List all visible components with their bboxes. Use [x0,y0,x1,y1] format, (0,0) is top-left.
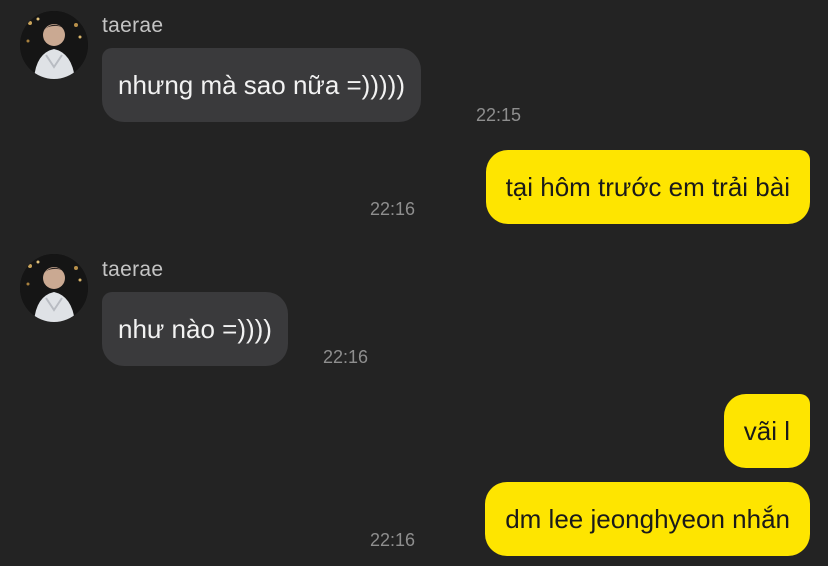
avatar-photo [20,11,88,79]
avatar-photo [20,254,88,322]
message-timestamp: 22:16 [323,347,369,367]
outgoing-message-bubble[interactable]: vãi l [723,394,810,468]
sender-name: taerae [102,258,164,281]
sender-avatar[interactable] [20,254,88,322]
outgoing-message-bubble[interactable]: tại hôm trước em trải bài [485,150,810,224]
outgoing-message-bubble[interactable]: dm lee jeonghyeon nhắn [485,482,810,556]
sender-name: taerae [102,14,164,37]
message-timestamp: 22:15 [476,105,522,125]
sender-avatar[interactable] [20,11,88,79]
incoming-message-bubble[interactable]: nhưng mà sao nữa =))))) [102,48,421,122]
message-timestamp: 22:16 [370,199,416,219]
incoming-message-bubble[interactable]: như nào =)))) [102,292,288,366]
message-timestamp: 22:16 [370,530,416,550]
